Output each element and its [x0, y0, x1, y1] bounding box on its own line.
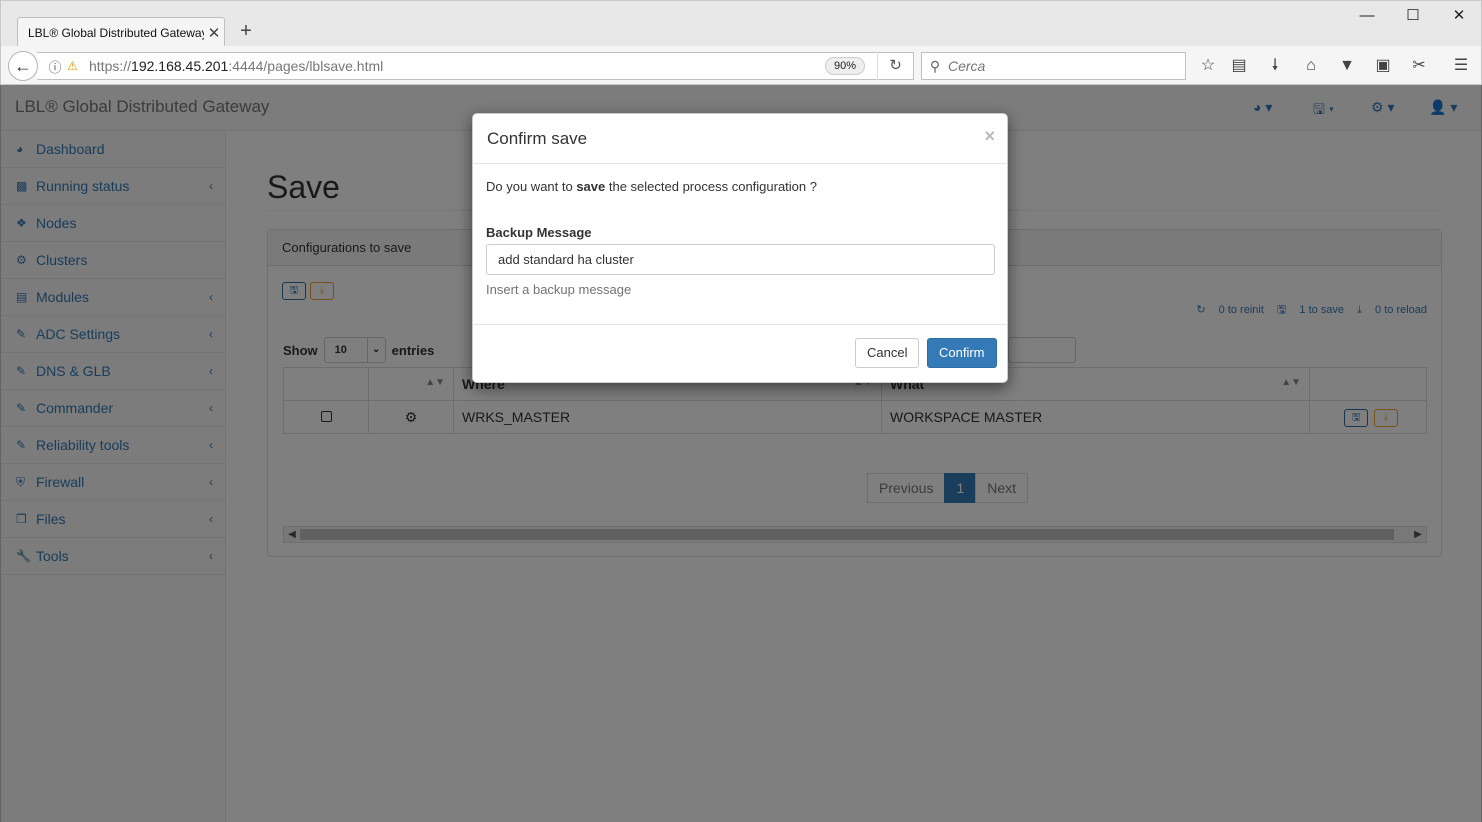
question-text-end: the selected process configuration ?: [605, 179, 817, 194]
modal-footer: Cancel Confirm: [473, 324, 1007, 382]
back-button[interactable]: ←: [8, 51, 38, 81]
minimize-icon[interactable]: —: [1344, 5, 1390, 27]
url-path: :4444/pages/lblsave.html: [228, 58, 384, 74]
confirm-button[interactable]: Confirm: [927, 338, 997, 368]
backup-message-input[interactable]: [486, 244, 995, 275]
modal-header: Confirm save ×: [473, 114, 1007, 164]
url-host: 192.168.45.201: [131, 58, 229, 74]
insecure-lock-icon[interactable]: ⚠: [67, 59, 85, 73]
reading-list-icon[interactable]: ▤: [1228, 55, 1250, 77]
question-text-start: Do you want to: [486, 179, 577, 194]
modal-body: Do you want to save the selected process…: [473, 164, 1007, 325]
zoom-badge[interactable]: 90%: [825, 57, 865, 75]
screenshot-icon[interactable]: ✂: [1408, 55, 1430, 77]
url-prefix: https://: [89, 58, 132, 74]
menu-hamburger-icon[interactable]: ☰: [1450, 55, 1472, 77]
tab-title: LBL® Global Distributed Gateway: [28, 25, 204, 40]
pocket-icon[interactable]: ▼: [1336, 55, 1358, 77]
new-tab-button[interactable]: +: [235, 19, 257, 43]
cancel-button[interactable]: Cancel: [855, 338, 920, 368]
back-arrow-icon: ←: [14, 55, 32, 76]
backup-message-help: Insert a backup message: [486, 282, 632, 297]
browser-tab[interactable]: LBL® Global Distributed Gateway ✕: [17, 17, 225, 47]
info-icon[interactable]: ⓘ: [37, 57, 67, 76]
bookmark-star-icon[interactable]: ☆: [1197, 55, 1219, 77]
modal-title: Confirm save: [487, 129, 588, 148]
window-close-icon[interactable]: ✕: [1436, 5, 1482, 27]
tab-close-icon[interactable]: ✕: [204, 24, 224, 42]
search-bar[interactable]: ⚲: [921, 52, 1186, 80]
browser-search-input[interactable]: [948, 58, 1168, 74]
browser-navbar: ⓘ ⚠ https://192.168.45.201:4444/pages/lb…: [0, 46, 1482, 85]
url-text[interactable]: https://192.168.45.201:4444/pages/lblsav…: [85, 58, 825, 74]
confirm-save-modal: Confirm save × Do you want to save the s…: [472, 113, 1008, 383]
modal-question: Do you want to save the selected process…: [486, 179, 994, 194]
url-bar[interactable]: ⓘ ⚠ https://192.168.45.201:4444/pages/lb…: [37, 52, 914, 80]
close-icon[interactable]: ×: [984, 126, 995, 147]
backup-message-label: Backup Message: [486, 225, 592, 240]
maximize-icon[interactable]: ☐: [1390, 5, 1436, 27]
question-text-bold: save: [576, 179, 606, 194]
download-icon[interactable]: 🠗: [1264, 55, 1286, 77]
home-icon[interactable]: ⌂: [1300, 55, 1322, 77]
search-icon: ⚲: [929, 57, 941, 74]
reload-icon[interactable]: ↻: [877, 52, 913, 80]
extension-icon[interactable]: ▣: [1372, 55, 1394, 77]
browser-titlebar: LBL® Global Distributed Gateway ✕ + — ☐ …: [0, 0, 1482, 47]
